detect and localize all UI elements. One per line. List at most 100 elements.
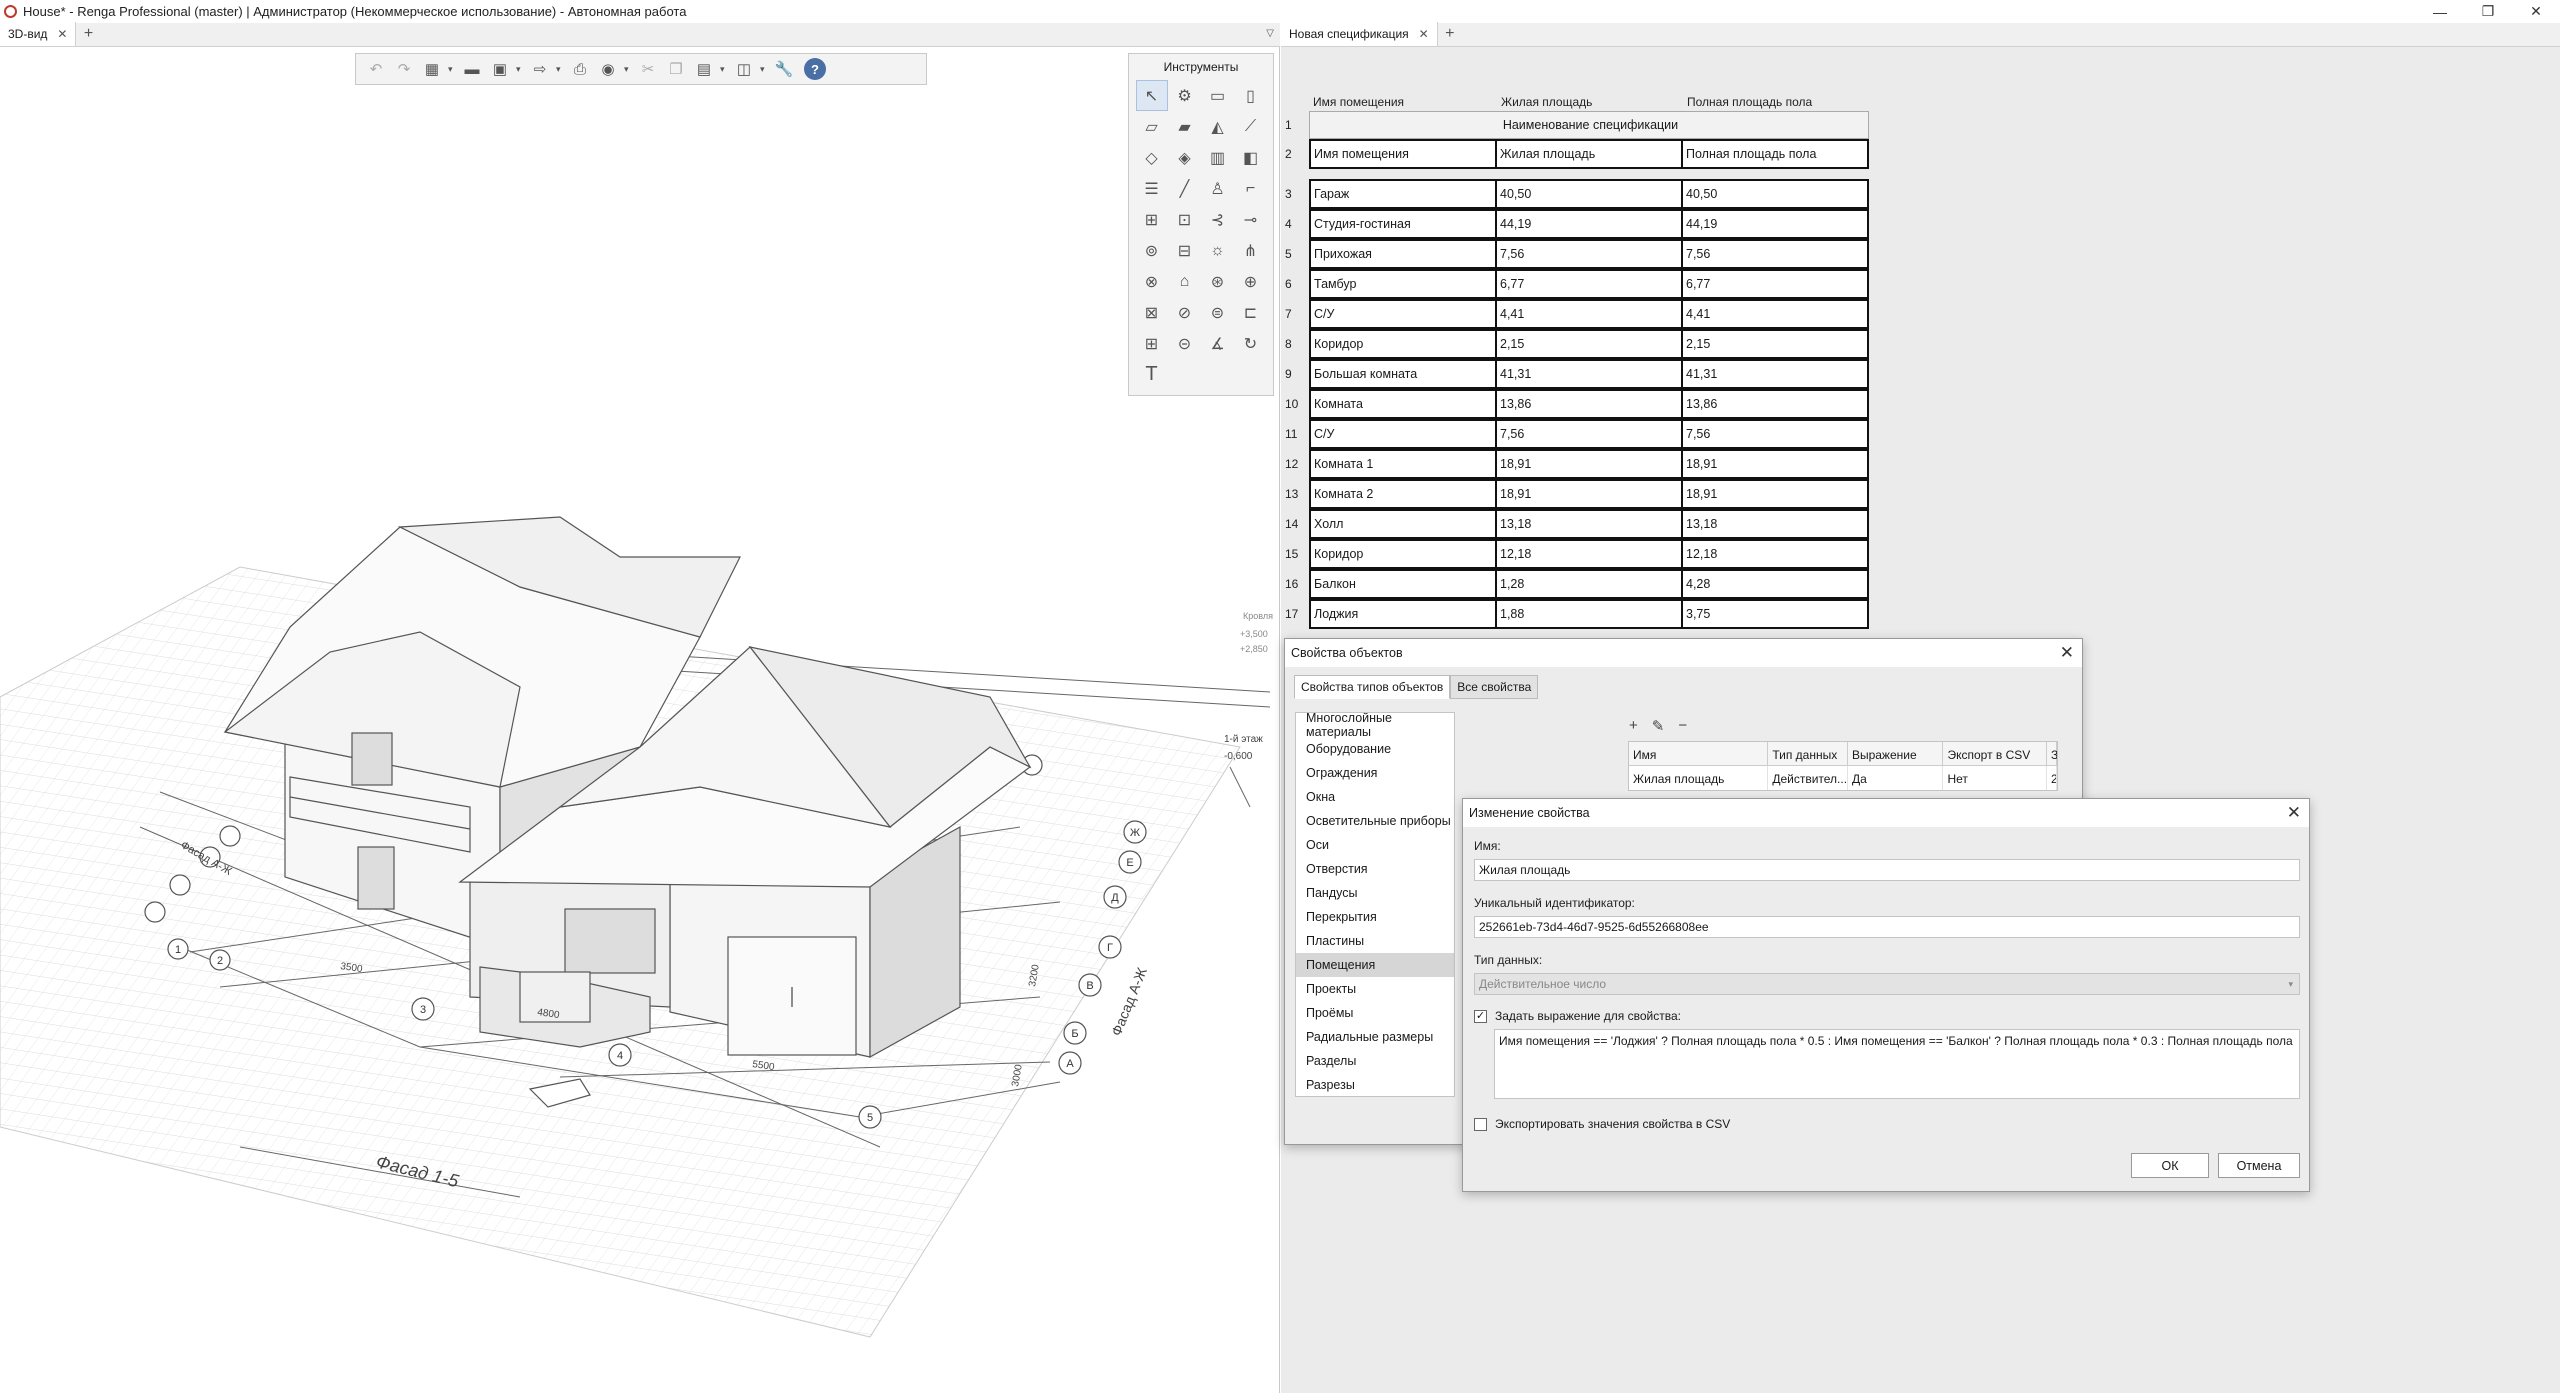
- total-area-cell[interactable]: 12,18: [1681, 539, 1869, 569]
- total-area-cell[interactable]: 7,56: [1681, 419, 1869, 449]
- total-area-cell[interactable]: 18,91: [1681, 449, 1869, 479]
- paste-icon[interactable]: ▤: [692, 57, 716, 81]
- room-name-cell[interactable]: Большая комната: [1309, 359, 1497, 389]
- tab-menu-icon[interactable]: ▽: [1266, 28, 1274, 39]
- table-row[interactable]: 10 Комната 13,86 13,86: [1281, 389, 1869, 419]
- living-area-cell[interactable]: 18,91: [1495, 479, 1683, 509]
- door-tool-icon[interactable]: ◧: [1235, 142, 1267, 173]
- room-tool-icon[interactable]: ▭: [1202, 80, 1234, 111]
- mep-tool-icon[interactable]: ⊛: [1202, 266, 1234, 297]
- print-icon[interactable]: ⎙: [568, 57, 592, 81]
- opening-tool-icon[interactable]: ⊚: [1136, 235, 1168, 266]
- living-area-cell[interactable]: 1,28: [1495, 569, 1683, 599]
- table-row[interactable]: 4 Студия-гостиная 44,19 44,19: [1281, 209, 1869, 239]
- help-icon[interactable]: ?: [804, 58, 826, 80]
- total-area-cell[interactable]: 40,50: [1681, 179, 1869, 209]
- open-folder-icon[interactable]: ▬: [460, 57, 484, 81]
- total-area-cell[interactable]: 41,31: [1681, 359, 1869, 389]
- tab-all-properties[interactable]: Все свойства: [1450, 675, 1539, 699]
- col-header-csv[interactable]: Экспорт в CSV: [1943, 742, 2047, 766]
- list-item[interactable]: Осветительные приборы: [1296, 809, 1454, 833]
- level-tool-icon[interactable]: ⚙: [1169, 80, 1201, 111]
- table-row[interactable]: 2 Имя помещения Жилая площадь Полная пло…: [1281, 139, 1869, 169]
- table-row[interactable]: 5 Прихожая 7,56 7,56: [1281, 239, 1869, 269]
- room-name-cell[interactable]: Коридор: [1309, 539, 1497, 569]
- list-item[interactable]: Многослойные материалы: [1296, 713, 1454, 739]
- total-area-cell[interactable]: 6,77: [1681, 269, 1869, 299]
- layers-icon[interactable]: ◫: [732, 57, 756, 81]
- viewport-3d[interactable]: 1 2 3 4 5 А Б В Г Д Е Ж Фасад 1-5 Фасад …: [0, 47, 1280, 1393]
- room-name-cell[interactable]: Балкон: [1309, 569, 1497, 599]
- list-item[interactable]: Разделы: [1296, 1049, 1454, 1073]
- table-row[interactable]: 1 Наименование спецификации: [1281, 111, 1869, 139]
- data-type-select[interactable]: Действительное число ▾: [1474, 973, 2300, 995]
- views-icon[interactable]: ▦: [420, 57, 444, 81]
- close-tab-icon[interactable]: ✕: [57, 27, 67, 41]
- outlet-tool-icon[interactable]: ⊏: [1235, 297, 1267, 328]
- room-name-cell[interactable]: Студия-гостиная: [1309, 209, 1497, 239]
- table-row[interactable]: 8 Коридор 2,15 2,15: [1281, 329, 1869, 359]
- table-row[interactable]: 3 Гараж 40,50 40,50: [1281, 179, 1869, 209]
- edit-pencil-icon[interactable]: ✎: [1652, 717, 1665, 735]
- valve-tool-icon[interactable]: ⊜: [1202, 297, 1234, 328]
- total-area-cell[interactable]: 7,56: [1681, 239, 1869, 269]
- room-name-cell[interactable]: Комната 2: [1309, 479, 1497, 509]
- dimension-tool-icon[interactable]: ⊝: [1169, 328, 1201, 359]
- plate-tool-icon[interactable]: ⊗: [1136, 266, 1168, 297]
- select-tool-icon[interactable]: ↖: [1135, 80, 1168, 111]
- total-area-cell[interactable]: 44,19: [1681, 209, 1869, 239]
- table-row[interactable]: 13 Комната 2 18,91 18,91: [1281, 479, 1869, 509]
- close-icon[interactable]: ✕: [2060, 643, 2074, 663]
- save-icon[interactable]: ▣: [488, 57, 512, 81]
- chevron-down-icon[interactable]: ▾: [448, 64, 456, 75]
- element-tool-icon[interactable]: ⊡: [1169, 204, 1201, 235]
- total-area-cell[interactable]: 3,75: [1681, 599, 1869, 629]
- system-tool-icon[interactable]: ⊕: [1235, 266, 1267, 297]
- table-row[interactable]: 12 Комната 1 18,91 18,91: [1281, 449, 1869, 479]
- living-area-cell[interactable]: 40,50: [1495, 179, 1683, 209]
- settings-wrench-icon[interactable]: 🔧: [772, 57, 796, 81]
- living-area-cell[interactable]: 1,88: [1495, 599, 1683, 629]
- export-icon[interactable]: ⇨: [528, 57, 552, 81]
- expression-textarea[interactable]: Имя помещения == 'Лоджия' ? Полная площа…: [1494, 1029, 2300, 1099]
- living-area-cell[interactable]: 13,86: [1495, 389, 1683, 419]
- table-row[interactable]: 9 Большая комната 41,31 41,31: [1281, 359, 1869, 389]
- stair-tool-icon[interactable]: ◇: [1136, 142, 1168, 173]
- col-header-type[interactable]: Тип данных: [1768, 742, 1848, 766]
- total-area-cell[interactable]: 4,28: [1681, 569, 1869, 599]
- room-name-cell[interactable]: Комната: [1309, 389, 1497, 419]
- table-row[interactable]: 14 Холл 13,18 13,18: [1281, 509, 1869, 539]
- equipment-tool-icon[interactable]: ♙: [1202, 173, 1234, 204]
- chevron-down-icon[interactable]: ▾: [760, 64, 768, 75]
- slab-tool-icon[interactable]: ▰: [1169, 111, 1201, 142]
- living-area-cell[interactable]: 41,31: [1495, 359, 1683, 389]
- col-header-name[interactable]: Имя помещения: [1309, 91, 1497, 111]
- ok-button[interactable]: ОК: [2131, 1153, 2209, 1178]
- chevron-down-icon[interactable]: ▾: [556, 64, 564, 75]
- railing-tool-icon[interactable]: ☰: [1136, 173, 1168, 204]
- table-row[interactable]: 15 Коридор 12,18 12,18: [1281, 539, 1869, 569]
- list-item[interactable]: Разрезы: [1296, 1073, 1454, 1096]
- chevron-down-icon[interactable]: ▾: [624, 64, 632, 75]
- floor-tool-icon[interactable]: ◈: [1169, 142, 1201, 173]
- add-icon[interactable]: +: [1629, 717, 1638, 735]
- visibility-icon[interactable]: ◉: [596, 57, 620, 81]
- col-header-extra[interactable]: З: [2046, 742, 2057, 766]
- csv-checkbox-row[interactable]: Экспортировать значения свойства в CSV: [1474, 1117, 1730, 1131]
- list-item[interactable]: Оси: [1296, 833, 1454, 857]
- list-item[interactable]: Пластины: [1296, 929, 1454, 953]
- living-area-cell[interactable]: 4,41: [1495, 299, 1683, 329]
- list-item[interactable]: Отверстия: [1296, 857, 1454, 881]
- duct-tool-icon[interactable]: ⋔: [1235, 235, 1267, 266]
- add-tab-button[interactable]: +: [76, 22, 100, 46]
- room-name-cell[interactable]: Комната 1: [1309, 449, 1497, 479]
- room-name-cell[interactable]: Тамбур: [1309, 269, 1497, 299]
- close-window-button[interactable]: ✕: [2512, 0, 2560, 23]
- table-row[interactable]: 7 С/У 4,41 4,41: [1281, 299, 1869, 329]
- pipe-tool-icon[interactable]: ⌐: [1235, 173, 1267, 204]
- room-name-cell[interactable]: Прихожая: [1309, 239, 1497, 269]
- col-header-name[interactable]: Имя: [1629, 742, 1769, 766]
- tab-new-spec[interactable]: Новая спецификация ✕: [1281, 22, 1438, 46]
- beam-tool-icon[interactable]: ⟋: [1235, 111, 1267, 142]
- table-row[interactable]: 6 Тамбур 6,77 6,77: [1281, 269, 1869, 299]
